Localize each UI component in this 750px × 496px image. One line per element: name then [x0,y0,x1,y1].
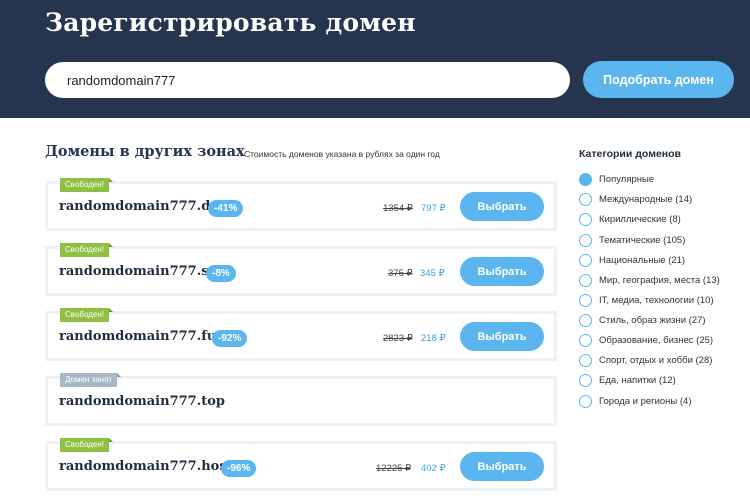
category-national[interactable]: Национальные (21) [579,253,685,267]
domain-card: Свободен! randomdomain777.su -8% 375 ₽ 3… [45,243,557,296]
radio-icon[interactable] [579,333,592,347]
new-price: 797 ₽ [421,203,446,214]
radio-icon[interactable] [579,192,592,206]
new-price: 218 ₽ [421,333,446,344]
discount-badge: -96% [221,460,257,477]
domain-name: randomdomain777.de [59,199,219,214]
domain-name: randomdomain777.host [59,459,233,474]
category-cyrillic[interactable]: Кириллические (8) [579,212,681,226]
select-domain-button[interactable]: Выбрать [460,257,544,286]
category-it-media[interactable]: IT, медиа, технологии (10) [579,293,714,307]
radio-icon[interactable] [579,172,592,186]
status-badge-free: Свободен! [60,178,113,192]
category-geography[interactable]: Мир, география, места (13) [579,273,720,287]
discount-badge: -8% [206,265,236,282]
old-price: 12225 ₽ [376,463,412,474]
category-label: Тематические (105) [599,234,686,246]
select-domain-button[interactable]: Выбрать [460,322,544,351]
select-domain-button[interactable]: Выбрать [460,452,544,481]
status-badge-taken: Домен занят [60,373,122,387]
category-label: Города и регионы (4) [599,395,692,407]
category-food-drinks[interactable]: Еда, напитки (12) [579,373,676,387]
page-title: Зарегистрировать домен [45,8,416,37]
new-price: 402 ₽ [421,463,446,474]
section-title: Домены в других зонах [45,143,245,160]
old-price: 375 ₽ [388,268,413,279]
domain-card: Домен занят randomdomain777.top [45,373,557,426]
radio-icon[interactable] [579,293,592,307]
category-label: Стиль, образ жизни (27) [599,314,706,326]
category-label: IT, медиа, технологии (10) [599,294,714,306]
old-price: 2823 ₽ [383,333,413,344]
discount-badge: -92% [212,330,248,347]
find-domain-button[interactable]: Подобрать домен [583,61,734,98]
domain-name: randomdomain777.fun [59,329,226,344]
radio-icon[interactable] [579,313,592,327]
radio-icon[interactable] [579,253,592,267]
category-popular[interactable]: Популярные [579,172,654,186]
category-label: Мир, география, места (13) [599,274,720,286]
radio-icon[interactable] [579,353,592,367]
domain-card: Свободен! randomdomain777.host -96% 1222… [45,438,557,491]
domain-card: Свободен! randomdomain777.de -41% 1354 ₽… [45,178,557,231]
status-badge-free: Свободен! [60,243,113,257]
category-label: Образование, бизнес (25) [599,334,714,346]
category-lifestyle[interactable]: Стиль, образ жизни (27) [579,313,706,327]
category-thematic[interactable]: Тематические (105) [579,233,685,247]
radio-icon[interactable] [579,373,592,387]
price-note: Стоимость доменов указана в рублях за од… [244,149,440,159]
domain-name: randomdomain777.top [59,394,225,409]
category-label: Популярные [599,173,655,185]
header: Зарегистрировать домен Подобрать домен [0,0,750,118]
status-badge-free: Свободен! [60,308,113,322]
category-label: Кириллические (8) [599,213,681,225]
select-domain-button[interactable]: Выбрать [460,192,544,221]
new-price: 345 ₽ [420,268,445,279]
category-label: Еда, напитки (12) [599,374,676,386]
status-badge-free: Свободен! [60,438,113,452]
radio-icon[interactable] [579,273,592,287]
discount-badge: -41% [208,200,244,217]
category-cities-regions[interactable]: Города и регионы (4) [579,394,692,408]
radio-icon[interactable] [579,394,592,408]
radio-icon[interactable] [579,212,592,226]
category-label: Национальные (21) [599,254,686,266]
old-price: 1354 ₽ [383,203,413,214]
category-label: Международные (14) [599,193,693,205]
domain-card: Свободен! randomdomain777.fun -92% 2823 … [45,308,557,361]
category-label: Спорт, отдых и хобби (28) [599,354,713,366]
category-international[interactable]: Международные (14) [579,192,692,206]
category-education-business[interactable]: Образование, бизнес (25) [579,333,713,347]
categories-title: Категории доменов [579,148,682,160]
category-sport-hobby[interactable]: Спорт, отдых и хобби (28) [579,353,712,367]
radio-icon[interactable] [579,233,592,247]
domain-name: randomdomain777.su [59,264,219,279]
domain-search-input[interactable] [45,62,570,98]
